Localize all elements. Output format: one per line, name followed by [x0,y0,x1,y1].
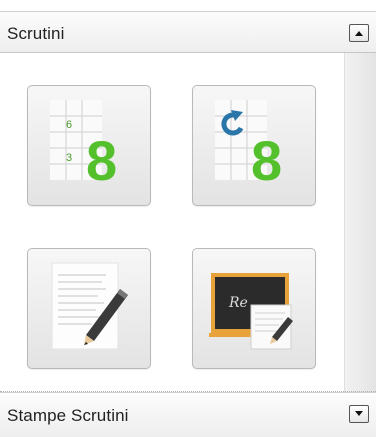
section-header-stampe[interactable]: Stampe Scrutini [0,391,376,437]
collapse-button[interactable] [349,24,369,42]
triangle-down-icon [355,411,363,416]
section-header-scrutini[interactable]: Scrutini [0,11,376,53]
expand-button[interactable] [349,405,369,423]
triangle-up-icon [355,31,363,36]
tile-blackboard[interactable]: Re [192,248,316,369]
grade-refresh-icon: 8 [215,100,282,192]
grade-grid-icon: 6 3 8 [50,100,117,192]
section-title: Scrutini [7,24,65,43]
scrutini-panel: Scrutini 6 3 8 8 Re Stampe Scrutini [0,0,376,437]
big-grade: 8 [251,129,282,192]
section-title: Stampe Scrutini [7,406,129,425]
big-grade: 8 [86,129,117,192]
document-pencil-icon [51,262,128,350]
grid-number-top: 6 [66,119,72,131]
blackboard-report-icon: Re [209,273,293,350]
tile-notes[interactable] [27,248,151,369]
vertical-scrollbar[interactable] [344,53,376,392]
grid-number-bottom: 3 [66,152,72,164]
board-text: Re [228,295,248,311]
tile-grades-grid[interactable]: 6 3 8 [27,85,151,206]
scrutini-content: 6 3 8 8 Re [0,53,376,392]
divider [0,391,376,392]
tile-grades-refresh[interactable]: 8 [192,85,316,206]
